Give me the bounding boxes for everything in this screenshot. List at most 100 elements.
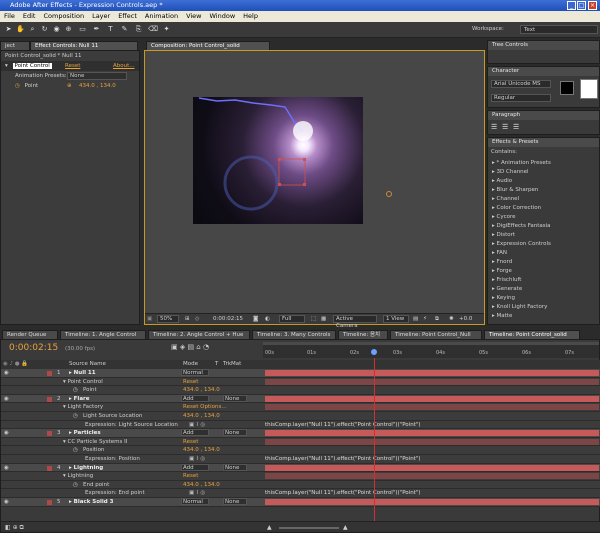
tab-timeline-5[interactable]: Timeline: Point Control_Null bbox=[390, 330, 482, 339]
effect-reset[interactable]: Reset bbox=[183, 438, 198, 447]
layer-duration-bar[interactable] bbox=[265, 499, 599, 505]
effect-name[interactable]: ▾ Lightning bbox=[63, 472, 93, 481]
pen-tool-icon[interactable]: ✒ bbox=[92, 25, 101, 34]
crosshair-icon[interactable]: ⊕ bbox=[67, 81, 72, 91]
tab-timeline-4[interactable]: Timeline: 음치 bbox=[338, 330, 388, 339]
zoom-out-icon[interactable]: ▲ bbox=[267, 524, 272, 531]
effect-name[interactable]: Point Control bbox=[12, 63, 52, 69]
stopwatch-icon[interactable]: ◷ bbox=[73, 412, 78, 421]
hand-tool-icon[interactable]: ✋ bbox=[16, 25, 25, 34]
current-time-readout[interactable]: 0:00:02:15 bbox=[213, 314, 243, 325]
effect-name[interactable]: ▾ CC Particle Systems II bbox=[63, 438, 127, 447]
paragraph-tab[interactable]: Paragraph bbox=[488, 111, 599, 120]
expression-row[interactable]: Expression: End point ▣ ⌇ ◎ thisComp.layer… bbox=[1, 489, 600, 498]
effect-category-item[interactable]: ▸ Matte bbox=[488, 311, 512, 321]
snapshot-icon[interactable]: ◙ bbox=[253, 314, 258, 325]
transparency-grid-icon[interactable]: ▦ bbox=[321, 314, 326, 325]
show-channel-icon[interactable]: ◐ bbox=[265, 314, 270, 325]
property-row[interactable]: ◷ End point 434.0 , 134.0 bbox=[1, 480, 600, 490]
label-color[interactable] bbox=[47, 500, 52, 505]
close-button[interactable]: × bbox=[588, 1, 597, 10]
time-ruler[interactable]: 00s 01s 02s 03s 04s 05s 06s 07s bbox=[263, 342, 599, 358]
trkmat-select[interactable]: None bbox=[223, 463, 247, 471]
label-color[interactable] bbox=[47, 371, 52, 376]
point-param-value[interactable]: 434.0 , 134.0 bbox=[79, 81, 116, 91]
menu-view[interactable]: View bbox=[186, 12, 201, 20]
menu-composition[interactable]: Composition bbox=[43, 12, 84, 20]
property-row[interactable]: ◷ Light Source Location 434.0 , 134.0 bbox=[1, 412, 600, 421]
minimize-button[interactable]: _ bbox=[567, 1, 576, 10]
handle-tr[interactable] bbox=[303, 158, 306, 161]
timeline-switches-icons[interactable]: ▣ ◈ ▤ ⌂ ◔ bbox=[171, 343, 209, 351]
menu-effect[interactable]: Effect bbox=[118, 12, 137, 20]
property-value[interactable]: 434.0 , 134.0 bbox=[183, 481, 220, 490]
layer-row[interactable]: ◉ 3 ▸ Particles Add None bbox=[1, 429, 600, 438]
stopwatch-icon[interactable]: ◷ bbox=[73, 481, 78, 490]
property-value[interactable]: 434.0 , 134.0 bbox=[183, 386, 220, 395]
brush-tool-icon[interactable]: ✎ bbox=[120, 25, 129, 34]
align-center-icon[interactable]: ☰ bbox=[502, 123, 508, 131]
tab-timeline-6[interactable]: Timeline: Point Control_solid bbox=[484, 330, 580, 339]
effect-row[interactable]: ▾ Light Factory Reset Options... bbox=[1, 403, 600, 412]
layer-name[interactable]: ▸ Black Solid 3 bbox=[69, 498, 114, 507]
effect-about-link[interactable]: About... bbox=[113, 61, 135, 71]
timeline-timecode[interactable]: 0:00:02:15 bbox=[9, 343, 58, 353]
view-layout-select[interactable]: 1 View bbox=[383, 315, 409, 323]
menu-layer[interactable]: Layer bbox=[92, 12, 110, 20]
tab-composition[interactable]: Composition: Point Control_solid bbox=[146, 41, 270, 50]
clone-tool-icon[interactable]: ⎘ bbox=[134, 25, 143, 34]
visibility-icon[interactable]: ◉ bbox=[4, 498, 9, 507]
stopwatch-icon[interactable]: ◷ bbox=[73, 446, 78, 455]
layer-duration-bar[interactable] bbox=[265, 430, 599, 437]
expression-text[interactable]: thisComp.layer("Null 11").effect("Point … bbox=[265, 455, 421, 464]
expression-controls-icons[interactable]: ▣ ⌇ ◎ bbox=[189, 421, 205, 430]
expression-row[interactable]: Expression: Position ▣ ⌇ ◎ thisComp.layer(… bbox=[1, 455, 600, 464]
zoom-select[interactable]: 50% bbox=[157, 315, 179, 323]
effect-name[interactable]: ▾ Light Factory bbox=[63, 403, 103, 412]
effect-row[interactable]: ▾ Lightning Reset bbox=[1, 472, 600, 481]
camera-tool-icon[interactable]: ◉ bbox=[52, 25, 61, 34]
layer-mode-select[interactable]: Add bbox=[181, 394, 209, 402]
fill-color-swatch[interactable] bbox=[560, 81, 574, 95]
effects-presets-tab[interactable]: Effects & Presets bbox=[488, 138, 599, 147]
layer-mode-select[interactable]: Add bbox=[181, 463, 209, 471]
label-color[interactable] bbox=[47, 431, 52, 437]
stopwatch-icon[interactable]: ◷ bbox=[15, 83, 20, 89]
col-trkmat[interactable]: TrkMat bbox=[223, 360, 241, 369]
expression-text[interactable]: thisComp.layer("Null 11").effect("Point … bbox=[265, 489, 421, 498]
menu-help[interactable]: Help bbox=[243, 12, 258, 20]
effect-reset-link[interactable]: Reset bbox=[65, 61, 80, 71]
col-source-name[interactable]: Source Name bbox=[69, 360, 106, 369]
label-color[interactable] bbox=[47, 396, 52, 402]
mask-visibility-icon[interactable]: ◇ bbox=[195, 314, 199, 325]
label-color[interactable] bbox=[47, 465, 52, 471]
trkmat-select[interactable]: None bbox=[223, 498, 247, 505]
trkmat-select[interactable]: None bbox=[223, 429, 247, 437]
layer-row[interactable]: ◉ 2 ▸ Flare Add None bbox=[1, 394, 600, 404]
menu-animation[interactable]: Animation bbox=[145, 12, 178, 20]
toggle-switches-icon[interactable]: ◧ ⊕ ⧉ bbox=[5, 524, 24, 532]
layer-name[interactable]: ▸ Null 11 bbox=[69, 369, 96, 378]
effect-reset[interactable]: Reset bbox=[183, 472, 198, 481]
property-value[interactable]: 434.0 , 134.0 bbox=[183, 412, 220, 421]
toggle-pixel-icon[interactable]: ▤ bbox=[413, 314, 418, 325]
tab-timeline-2[interactable]: Timeline: 2. Angle Control + Hue bbox=[148, 330, 250, 339]
expression-controls-icons[interactable]: ▣ ⌇ ◎ bbox=[189, 455, 205, 464]
effect-reset[interactable]: Reset Options... bbox=[183, 403, 227, 412]
maximize-button[interactable]: □ bbox=[577, 1, 586, 10]
layer-row[interactable]: ◉ 1 ▸ Null 11 Normal bbox=[1, 369, 600, 378]
menu-file[interactable]: File bbox=[4, 12, 15, 20]
layer-duration-bar[interactable] bbox=[265, 370, 599, 376]
region-of-interest-icon[interactable]: ⬚ bbox=[311, 314, 316, 325]
comp-viewer-frame[interactable] bbox=[193, 97, 363, 224]
layer-name[interactable]: ▸ Particles bbox=[69, 429, 101, 438]
handle-bl[interactable] bbox=[278, 183, 281, 186]
handle-tl[interactable] bbox=[278, 158, 281, 161]
expression-row[interactable]: Expression: Light Source Location ▣ ⌇ ◎ th… bbox=[1, 420, 600, 430]
timeline-link-icon[interactable]: ⧉ bbox=[435, 314, 439, 325]
exposure-icon[interactable]: ✺ bbox=[449, 314, 454, 325]
effect-row[interactable]: ▾ CC Particle Systems II Reset bbox=[1, 437, 600, 447]
always-preview-icon[interactable]: ▣ bbox=[147, 314, 152, 325]
mask-tool-icon[interactable]: ▭ bbox=[78, 25, 87, 34]
text-tool-icon[interactable]: T bbox=[106, 25, 115, 34]
